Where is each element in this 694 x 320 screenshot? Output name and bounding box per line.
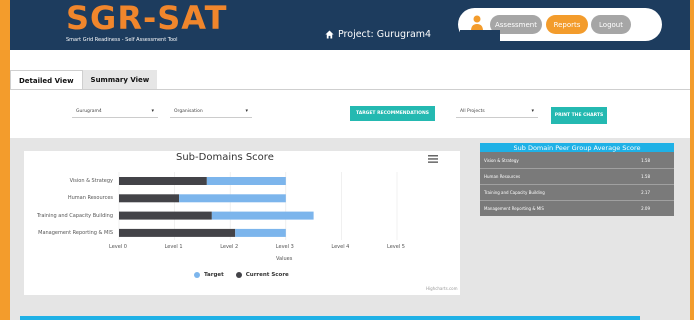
y-tick-label: Human Resources xyxy=(67,195,113,202)
peer-row-value: 2.09 xyxy=(641,206,650,211)
print-charts-button[interactable]: PRINT THE CHARTS xyxy=(551,107,607,124)
type-select[interactable]: Organisation ▾ xyxy=(170,106,252,118)
x-tick-label: Level 0 xyxy=(109,244,127,250)
view-tabs: Detailed View Summary View xyxy=(10,70,680,90)
legend-item-target[interactable]: Target xyxy=(194,272,224,278)
chart-credits[interactable]: Highcharts.com xyxy=(426,286,458,291)
city-select-value: Gurugram4 xyxy=(76,109,102,114)
tab-summary-view[interactable]: Summary View xyxy=(82,70,158,90)
target-recommendations-button[interactable]: TARGET RECOMMENDATIONS xyxy=(350,106,435,121)
peer-table-title: Sub Domain Peer Group Average Score xyxy=(480,143,674,152)
chart-title: Sub-Domains Score xyxy=(176,152,274,163)
x-axis-title: Values xyxy=(276,256,293,262)
y-tick-label: Vision & Strategy xyxy=(69,178,113,184)
city-select[interactable]: Gurugram4 ▾ xyxy=(72,106,158,118)
chevron-down-icon: ▾ xyxy=(531,108,534,114)
project-label: Project: Gurugram4 xyxy=(325,29,431,40)
legend-label-current-score: Current Score xyxy=(245,272,289,278)
chevron-down-icon: ▾ xyxy=(245,108,248,114)
x-tick-label: Level 4 xyxy=(331,244,350,250)
tab-detailed-view[interactable]: Detailed View xyxy=(10,70,83,90)
project-name: Project: Gurugram4 xyxy=(338,29,432,40)
header-overlap xyxy=(460,30,500,41)
legend-dot-target xyxy=(194,272,200,278)
legend-item-current-score[interactable]: Current Score xyxy=(235,272,289,278)
x-tick-label: Level 5 xyxy=(387,244,405,250)
logo-title: SGR-SAT xyxy=(66,0,228,37)
legend-dot-current-score xyxy=(235,272,242,278)
peer-table-row: Management Reporting & MIS 2.09 xyxy=(480,200,674,216)
logo-subtitle: Smart Grid Readiness - Self Assessment T… xyxy=(66,37,178,43)
x-tick-label: Level 2 xyxy=(220,244,239,250)
left-accent-strip xyxy=(0,0,10,320)
x-tick-label: Level 3 xyxy=(275,244,294,250)
logout-button[interactable]: Logout xyxy=(591,15,631,34)
peer-row-label: Management Reporting & MIS xyxy=(484,206,544,211)
chevron-down-icon: ▾ xyxy=(151,108,154,114)
peer-table-row: Human Resources 1.58 xyxy=(480,168,674,184)
peer-row-value: 1.58 xyxy=(641,157,650,163)
peer-row-value: 2.17 xyxy=(641,190,650,195)
peer-table-row: Training and Capacity Building 2.17 xyxy=(480,184,674,200)
reports-button[interactable]: Reports xyxy=(546,15,588,34)
y-tick-label: Training and Capacity Building xyxy=(36,212,113,219)
peer-row-value: 1.58 xyxy=(641,174,650,179)
hamburger-menu-icon[interactable] xyxy=(428,155,438,163)
projects-select[interactable]: All Projects ▾ xyxy=(456,106,538,118)
legend-label-target: Target xyxy=(204,272,224,278)
x-tick-label: Level 1 xyxy=(164,244,183,250)
y-tick-label: Management Reporting & MIS xyxy=(38,229,113,236)
right-accent-strip xyxy=(690,0,694,320)
home-icon xyxy=(325,30,334,39)
peer-table-row: Vision & Strategy 1.58 xyxy=(480,152,674,168)
peer-row-label: Training and Capacity Building xyxy=(484,190,545,195)
bottom-section-bar xyxy=(20,316,640,320)
chart-legend: Target Current Score xyxy=(194,272,289,278)
type-select-value: Organisation xyxy=(174,109,203,114)
peer-row-label: Vision & Strategy xyxy=(484,157,519,163)
peer-row-label: Human Resources xyxy=(484,174,521,179)
projects-select-value: All Projects xyxy=(460,109,485,114)
